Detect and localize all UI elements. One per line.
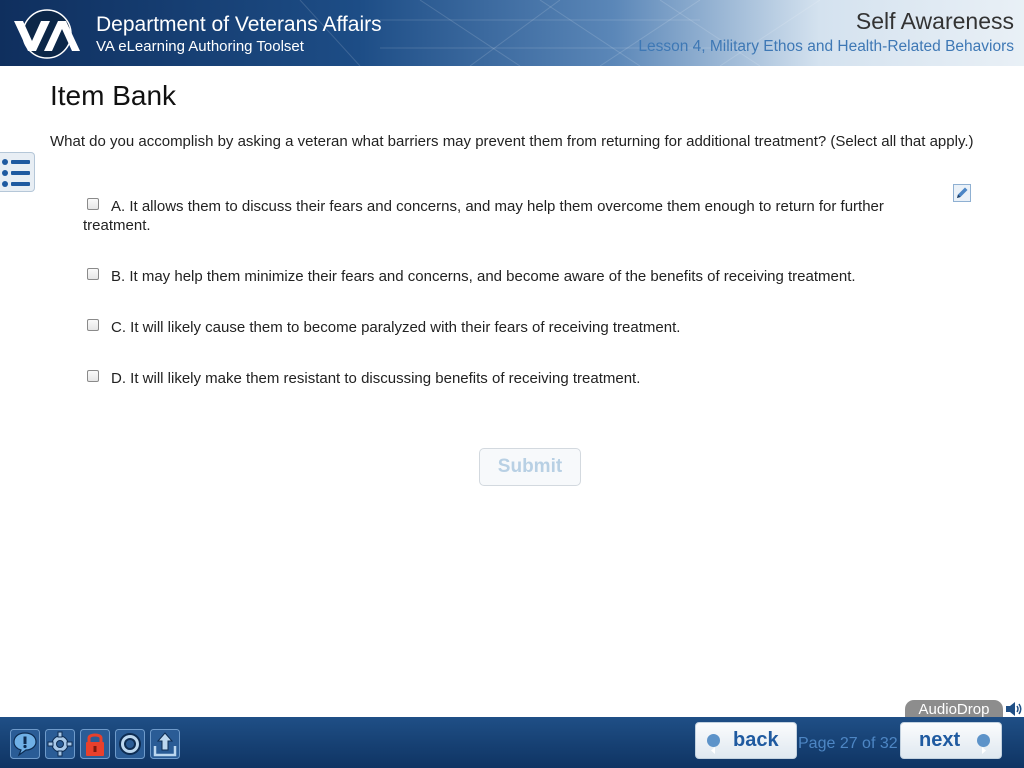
- upload-icon: [150, 729, 180, 759]
- org-title: Department of Veterans Affairs: [96, 13, 382, 36]
- target-icon: [115, 729, 145, 759]
- audio-toggle-button[interactable]: [1004, 699, 1024, 719]
- option-a-label: A. It allows them to discuss their fears…: [83, 198, 884, 234]
- option-d-label: D. It will likely make them resistant to…: [111, 370, 641, 387]
- help-button[interactable]: [10, 729, 40, 759]
- page-indicator: Page 27 of 32: [798, 735, 898, 752]
- settings-icon: [45, 729, 75, 759]
- option-a-checkbox[interactable]: [87, 198, 99, 210]
- answer-option-a[interactable]: A. It allows them to discuss their fears…: [83, 197, 953, 235]
- lock-icon: [80, 729, 110, 759]
- list-menu-icon: [2, 159, 30, 187]
- lesson-title: Lesson 4, Military Ethos and Health-Rela…: [638, 38, 1014, 55]
- next-arrow-icon: [977, 734, 990, 754]
- footer-bar: back Page 27 of 32 next: [0, 717, 1024, 768]
- settings-button[interactable]: [45, 729, 75, 759]
- back-label: back: [733, 729, 779, 751]
- question-text: What do you accomplish by asking a veter…: [50, 133, 974, 150]
- option-b-label: B. It may help them minimize their fears…: [111, 268, 856, 285]
- answer-option-c[interactable]: C. It will likely cause them to become p…: [83, 318, 953, 337]
- next-label: next: [919, 729, 961, 751]
- next-button[interactable]: next: [900, 722, 1002, 759]
- edit-button[interactable]: [953, 184, 971, 202]
- org-subtitle: VA eLearning Authoring Toolset: [96, 38, 304, 55]
- submit-button[interactable]: Submit: [479, 448, 581, 486]
- speaker-icon: [1006, 702, 1022, 716]
- menu-toggle-button[interactable]: [0, 152, 35, 192]
- page-title: Item Bank: [50, 80, 177, 111]
- help-icon: [10, 729, 40, 759]
- option-d-checkbox[interactable]: [87, 370, 99, 382]
- answer-option-d[interactable]: D. It will likely make them resistant to…: [83, 369, 953, 388]
- back-arrow-icon: [707, 734, 720, 754]
- header-banner: Department of Veterans Affairs VA eLearn…: [0, 0, 1024, 66]
- pencil-edit-icon: [953, 184, 971, 202]
- option-c-checkbox[interactable]: [87, 319, 99, 331]
- lock-button[interactable]: [80, 729, 110, 759]
- option-b-checkbox[interactable]: [87, 268, 99, 280]
- back-button[interactable]: back: [695, 722, 797, 759]
- course-title: Self Awareness: [855, 8, 1014, 34]
- option-c-label: C. It will likely cause them to become p…: [111, 319, 681, 336]
- answer-option-b[interactable]: B. It may help them minimize their fears…: [83, 267, 953, 286]
- upload-button[interactable]: [150, 729, 180, 759]
- va-logo-icon: [14, 9, 80, 59]
- target-button[interactable]: [115, 729, 145, 759]
